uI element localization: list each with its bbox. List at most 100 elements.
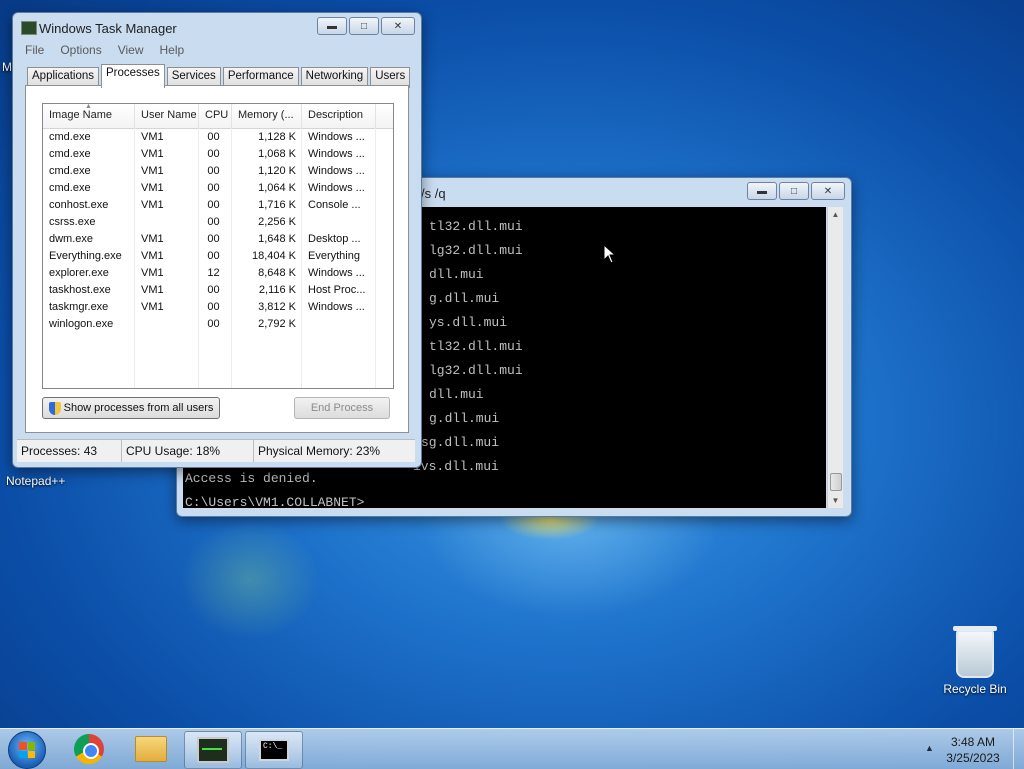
cmd-icon: C:\_ (259, 739, 289, 761)
process-cpu: 12 (207, 267, 220, 279)
console-line: dll.mui (429, 267, 484, 282)
clock-time: 3:48 AM (950, 735, 996, 749)
column-header-image-name[interactable]: ▲ Image Name (43, 104, 135, 128)
tab-processes[interactable]: Processes (101, 64, 165, 88)
process-cpu: 00 (207, 284, 220, 296)
desktop-icon-label-partial[interactable]: M (2, 60, 12, 74)
process-user: VM1 (141, 182, 164, 194)
process-name: taskmgr.exe (49, 301, 109, 313)
process-memory: 1,068 K (258, 148, 296, 160)
process-description (302, 214, 376, 231)
process-cpu: 00 (207, 233, 220, 245)
menu-view[interactable]: View (118, 43, 144, 61)
end-process-button[interactable]: End Process (294, 397, 390, 419)
show-all-processes-button[interactable]: Show processes from all users (42, 397, 220, 419)
column-header-user-name[interactable]: User Name (135, 104, 199, 128)
process-row[interactable]: taskmgr.exe VM1 00 3,812 K Windows ... (43, 299, 393, 316)
process-description: Host Proc... (308, 284, 366, 296)
menu-file[interactable]: File (25, 43, 44, 61)
scroll-down-icon[interactable]: ▼ (828, 493, 843, 508)
column-header-filler (376, 104, 393, 128)
task-manager-icon (197, 737, 229, 763)
column-header-description[interactable]: Description (302, 104, 376, 128)
process-row[interactable]: csrss.exe 00 2,256 K (43, 214, 393, 231)
process-row[interactable]: dwm.exe VM1 00 1,648 K Desktop ... (43, 231, 393, 248)
process-memory: 1,716 K (258, 199, 296, 211)
wallpaper-glow (180, 520, 320, 640)
process-description (302, 316, 376, 333)
process-user (135, 316, 199, 333)
process-row[interactable]: cmd.exe VM1 00 1,064 K Windows ... (43, 180, 393, 197)
clock-date: 3/25/2023 (946, 751, 1000, 765)
process-name: Everything.exe (49, 250, 122, 262)
close-icon: ✕ (823, 185, 833, 197)
process-user: VM1 (141, 131, 164, 143)
process-cpu: 00 (207, 148, 220, 160)
system-clock[interactable]: 3:48 AM 3/25/2023 (930, 734, 1016, 766)
maximize-button[interactable]: □ (349, 17, 379, 35)
minimize-button[interactable]: ▬ (317, 17, 347, 35)
process-row[interactable]: cmd.exe VM1 00 1,120 K Windows ... (43, 163, 393, 180)
taskbar-explorer[interactable] (123, 731, 179, 767)
process-row[interactable]: Everything.exe VM1 00 18,404 K Everything (43, 248, 393, 265)
process-cpu: 00 (207, 165, 220, 177)
start-button[interactable] (8, 731, 46, 769)
process-row[interactable]: cmd.exe VM1 00 1,068 K Windows ... (43, 146, 393, 163)
chrome-icon (74, 734, 104, 764)
status-bar: Processes: 43 CPU Usage: 18% Physical Me… (17, 439, 415, 462)
task-manager-window[interactable]: Windows Task Manager ▬ □ ✕ File Options … (12, 12, 422, 468)
console-line: tl32.dll.mui (429, 219, 523, 234)
taskbar-task-manager[interactable] (184, 731, 242, 769)
maximize-button[interactable]: □ (779, 182, 809, 200)
maximize-icon: □ (360, 20, 368, 32)
taskbar-cmd[interactable]: C:\_ (245, 731, 303, 769)
notepad-plus-plus-desktop-icon[interactable]: Notepad++ (6, 474, 76, 488)
column-header-memory[interactable]: Memory (... (232, 104, 302, 128)
process-row[interactable]: taskhost.exe VM1 00 2,116 K Host Proc... (43, 282, 393, 299)
processes-panel: ▲ Image Name User Name CPU Memory (... De… (25, 85, 409, 433)
process-list[interactable]: ▲ Image Name User Name CPU Memory (... De… (42, 103, 394, 389)
column-header-cpu[interactable]: CPU (199, 104, 232, 128)
close-button[interactable]: ✕ (381, 17, 415, 35)
close-button[interactable]: ✕ (811, 182, 845, 200)
console-line: ivs.dll.mui (413, 459, 499, 474)
process-user: VM1 (141, 284, 164, 296)
status-cpu-usage: CPU Usage: 18% (122, 440, 254, 462)
console-prompt: C:\Users\VM1.COLLABNET> (185, 495, 365, 508)
minimize-button[interactable]: ▬ (747, 182, 777, 200)
process-name: conhost.exe (49, 199, 109, 211)
process-row[interactable]: cmd.exe VM1 00 1,128 K Windows ... (43, 129, 393, 146)
process-memory: 1,064 K (258, 182, 296, 194)
recycle-bin-label: Recycle Bin (943, 682, 1007, 696)
process-user: VM1 (141, 267, 164, 279)
process-user: VM1 (141, 250, 164, 262)
console-scrollbar[interactable]: ▲ ▼ (827, 207, 843, 508)
process-memory: 18,404 K (251, 250, 296, 262)
process-description: Windows ... (308, 148, 365, 160)
process-name: explorer.exe (49, 267, 109, 279)
process-row[interactable]: explorer.exe VM1 12 8,648 K Windows ... (43, 265, 393, 282)
minimize-icon: ▬ (757, 185, 767, 197)
windows-logo-icon (19, 742, 35, 758)
process-name: cmd.exe (49, 165, 91, 177)
process-cpu: 00 (207, 199, 220, 211)
task-manager-titlebar[interactable]: Windows Task Manager ▬ □ ✕ (13, 13, 421, 41)
process-row[interactable]: winlogon.exe 00 2,792 K (43, 316, 393, 333)
menu-help[interactable]: Help (160, 43, 185, 61)
menu-bar: File Options View Help (19, 43, 184, 61)
process-name: cmd.exe (49, 148, 91, 160)
close-icon: ✕ (393, 20, 403, 32)
scroll-up-icon[interactable]: ▲ (828, 207, 843, 222)
process-row[interactable]: conhost.exe VM1 00 1,716 K Console ... (43, 197, 393, 214)
recycle-bin-desktop-icon[interactable]: Recycle Bin (940, 626, 1010, 696)
process-user: VM1 (141, 199, 164, 211)
console-line: ys.dll.mui (429, 315, 508, 330)
menu-options[interactable]: Options (60, 43, 101, 61)
console-line: lg32.dll.mui (429, 243, 523, 258)
show-desktop-button[interactable] (1013, 729, 1024, 769)
process-list-header: ▲ Image Name User Name CPU Memory (... De… (43, 104, 393, 129)
scrollbar-thumb[interactable] (830, 473, 842, 491)
console-line: g.dll.mui (429, 291, 500, 306)
sort-ascending-icon: ▲ (85, 104, 92, 110)
taskbar-chrome[interactable] (61, 731, 117, 767)
